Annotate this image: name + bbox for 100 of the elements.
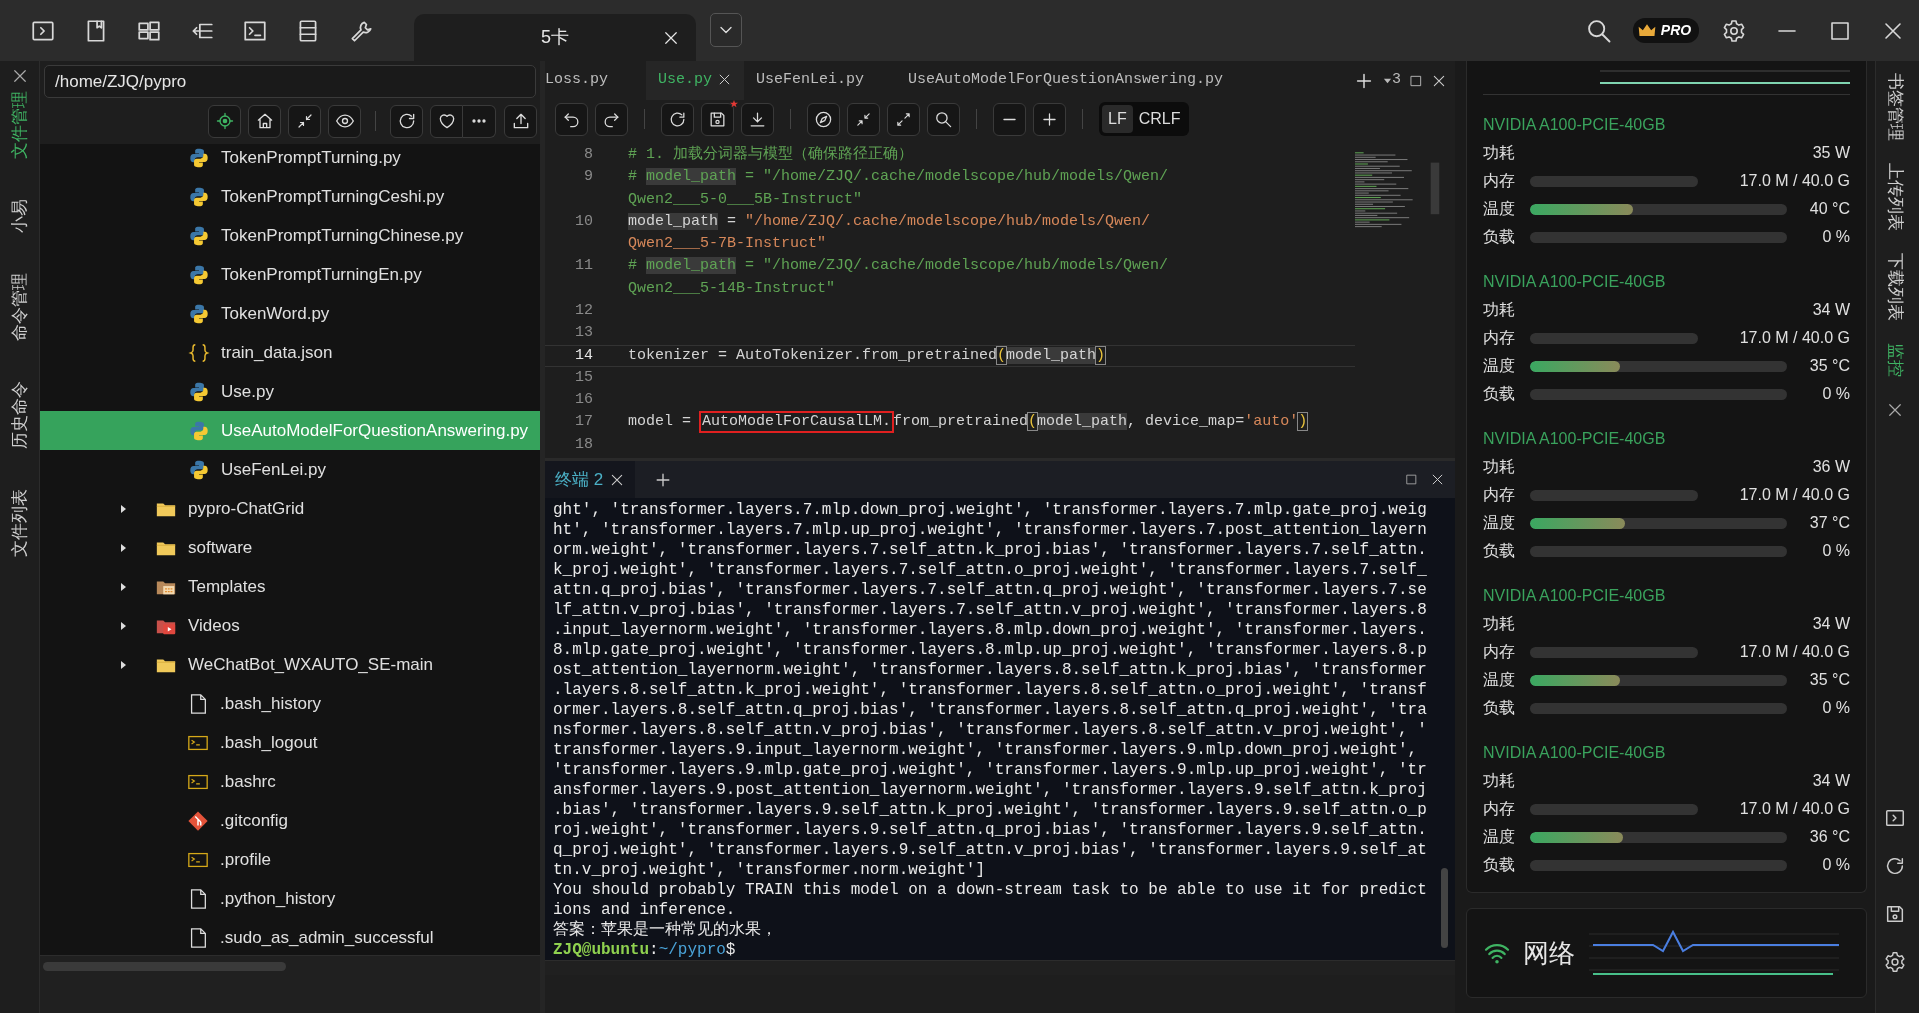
- terminal-line: You should probably TRAIN this model on a down-stream task to be able to use it for predict: [553, 880, 1428, 900]
- file-tree-item[interactable]: TokenPromptTurningCeshi.py: [40, 177, 540, 216]
- terminal-line: roj.weight', 'transformer.layers.9.self_attn.q_proj.bias', 'transformer.layers.9.self_attn.: [553, 820, 1428, 840]
- metric-label: 温度: [1483, 827, 1516, 847]
- close-icon[interactable]: [1430, 472, 1445, 487]
- terminal-line: ost_attention_layernorm.weight', 'transformer.layers.8.self_attn.k_proj.bias', 'transformer: [553, 660, 1428, 680]
- maximize-icon[interactable]: [1405, 473, 1418, 486]
- metric-reading: 40 °C: [1809, 199, 1850, 219]
- file-tree-item[interactable]: .sudo_as_admin_successful: [40, 918, 540, 955]
- close-icon[interactable]: [1886, 401, 1904, 419]
- file-tree-item[interactable]: TokenPromptTurningChinese.py: [40, 216, 540, 255]
- metric-reading: 34 W: [1812, 300, 1850, 320]
- metric-reading: 0 %: [1822, 698, 1850, 718]
- scrollbar[interactable]: [43, 962, 286, 971]
- upload-button[interactable]: [504, 104, 537, 138]
- file-tree-item[interactable]: TokenPromptTurning.py: [40, 144, 540, 177]
- file-tree-item[interactable]: Use.py: [40, 372, 540, 411]
- zoom-in-button[interactable]: [1033, 102, 1066, 136]
- metric-reading: 17.0 M / 40.0 G: [1739, 171, 1850, 191]
- find-button[interactable]: [927, 102, 960, 136]
- terminal-line: ormer.layers.8.self_attn.q_proj.bias', 'transformer.layers.8.self_attn.q_proj.weight', 'tra: [553, 700, 1428, 720]
- file-tree-item[interactable]: .profile: [40, 840, 540, 879]
- file-tree-item[interactable]: Templates: [40, 567, 540, 606]
- gpu-name: NVIDIA A100-PCIE-40GB: [1483, 272, 1667, 292]
- line-number: 13: [574, 323, 593, 344]
- terminal-icon[interactable]: [1884, 807, 1906, 829]
- more-button[interactable]: [463, 104, 496, 138]
- file-tree-item[interactable]: software: [40, 528, 540, 567]
- reload-button[interactable]: [661, 102, 694, 136]
- python-file-icon: [188, 146, 210, 169]
- undo-button[interactable]: [555, 102, 588, 136]
- compass-button[interactable]: [807, 102, 840, 136]
- terminal-prompt: ZJQ@ubuntu:~/pypro$: [553, 940, 737, 960]
- maximize-icon[interactable]: [1409, 73, 1423, 88]
- save-icon[interactable]: [1884, 903, 1906, 925]
- file-tree-item[interactable]: TokenPromptTurningEn.py: [40, 255, 540, 294]
- terminal-line: transformer.layers.9.input_layernorm.weight', 'transformer.layers.9.mlp.down_proj.weight',: [553, 740, 1419, 760]
- scrollbar[interactable]: [1441, 868, 1448, 948]
- window-tab[interactable]: 5卡: [414, 14, 696, 61]
- metric-label: 温度: [1483, 356, 1516, 376]
- search-icon[interactable]: [934, 109, 953, 129]
- sidebar-tab[interactable]: 书签管理: [1882, 73, 1908, 141]
- collapse-button[interactable]: [847, 102, 880, 136]
- terminal-tab[interactable]: 终端 2: [545, 461, 636, 498]
- metric-reading: 17.0 M / 40.0 G: [1739, 642, 1850, 662]
- terminal-line: q_proj.weight', 'transformer.layers.9.self_attn.v_proj.bias', 'transformer.layers.9.self_at: [553, 840, 1428, 860]
- file-tree-item[interactable]: .python_history: [40, 879, 540, 918]
- terminal-line: ht', 'transformer.layers.7.mlp.up_proj.weight', 'transformer.layers.7.post_attention_layern: [553, 520, 1428, 540]
- settings-icon[interactable]: [1721, 18, 1746, 43]
- metric-label: 内存: [1483, 171, 1516, 191]
- editor-tab[interactable]: Loss.py: [545, 61, 620, 100]
- sidebar-tab[interactable]: 监控: [1882, 343, 1908, 377]
- code-line: model_path = "/home/ZJQ/.cache/modelscope/hub/models/Qwen/: [628, 211, 1151, 232]
- file-tree-item[interactable]: pypro-ChatGrid: [40, 489, 540, 528]
- path-field[interactable]: /home/ZJQ/pypro: [44, 65, 536, 98]
- editor-tab[interactable]: UseFenLei.py: [744, 61, 877, 100]
- metric-label: 内存: [1483, 799, 1516, 819]
- file-tree-item[interactable]: WeChatBot_WXAUTO_SE-main: [40, 645, 540, 684]
- compass-icon[interactable]: [814, 109, 833, 129]
- editor-tab[interactable]: UseAutoModelForQuestionAnswering.py: [896, 61, 1236, 100]
- terminal-line: ght', 'transformer.layers.7.mlp.down_proj.weight', 'transformer.layers.7.mlp.gate_proj.weig: [553, 500, 1428, 520]
- file-tree-item[interactable]: .bashrc: [40, 762, 540, 801]
- crosshair-icon[interactable]: [214, 111, 235, 131]
- expand-icon[interactable]: [895, 110, 912, 128]
- sidebar-tab[interactable]: 小易: [6, 199, 33, 233]
- refresh-icon[interactable]: [1884, 855, 1906, 877]
- collapse-button[interactable]: [288, 104, 321, 138]
- file-tree-item[interactable]: train_data.json: [40, 333, 540, 372]
- line-ending-toggle[interactable]: CRLF: [1132, 105, 1187, 133]
- pro-badge[interactable]: PRO: [1625, 0, 1707, 61]
- file-tree-item[interactable]: UseFenLei.py: [40, 450, 540, 489]
- show-hidden-button[interactable]: [328, 104, 361, 138]
- code-line: # 1. 加载分词器与模型（确保路径正确）: [628, 144, 913, 165]
- file-tree-item[interactable]: .bash_history: [40, 684, 540, 723]
- file-tree-item[interactable]: Videos: [40, 606, 540, 645]
- home-button[interactable]: [248, 104, 281, 138]
- terminal-line: ansformer.layers.9.post_attention_layernorm.weight', 'transformer.layers.9.self_attn.k_proj: [553, 780, 1428, 800]
- close-icon[interactable]: [662, 29, 680, 47]
- download-button[interactable]: [741, 102, 774, 136]
- sidebar-tab[interactable]: 上传列表: [1882, 163, 1908, 231]
- sidebar-tab[interactable]: 命令管理: [6, 273, 33, 341]
- file-tree-item[interactable]: .gitconfig: [40, 801, 540, 840]
- terminal-line: .input_layernorm.weight', 'transformer.layers.8.mlp.down_proj.weight', 'transformer.layers.: [553, 620, 1428, 640]
- sidebar-tab[interactable]: 文件管理: [6, 91, 33, 159]
- sidebar-tab[interactable]: 历史命令: [6, 381, 33, 449]
- metric-reading: 0 %: [1822, 384, 1850, 404]
- metric-label: 内存: [1483, 642, 1516, 662]
- file-tree-item[interactable]: TokenWord.py: [40, 294, 540, 333]
- collapse-icon[interactable]: [855, 110, 872, 128]
- redo-button[interactable]: [595, 102, 628, 136]
- sidebar-tab[interactable]: 文件列表: [6, 489, 33, 557]
- refresh-button[interactable]: [390, 104, 423, 138]
- settings-icon[interactable]: [1884, 951, 1906, 973]
- favorite-button[interactable]: [430, 104, 463, 138]
- expand-button[interactable]: [887, 102, 920, 136]
- file-tree-item[interactable]: .bash_logout: [40, 723, 540, 762]
- editor-tab[interactable]: Use.py: [646, 61, 745, 100]
- locate-button[interactable]: [208, 104, 241, 138]
- sidebar-tab[interactable]: 下载列表: [1882, 253, 1908, 321]
- line-ending-toggle[interactable]: LF: [1102, 105, 1133, 133]
